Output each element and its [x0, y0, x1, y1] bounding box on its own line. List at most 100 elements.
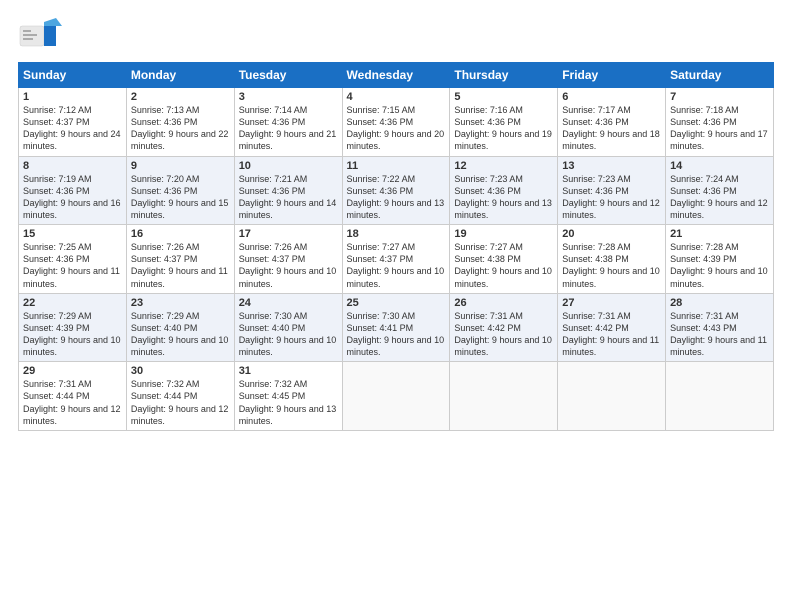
day-number: 29: [23, 365, 122, 377]
sunset: Sunset: 4:39 PM: [23, 323, 90, 333]
day-number: 28: [670, 297, 769, 309]
daylight: Daylight: 9 hours and 10 minutes.: [562, 266, 660, 288]
day-of-week-header: Saturday: [666, 63, 774, 88]
day-number: 22: [23, 297, 122, 309]
calendar-day-cell: 15 Sunrise: 7:25 AM Sunset: 4:36 PM Dayl…: [19, 225, 127, 294]
daylight: Daylight: 9 hours and 12 minutes.: [670, 198, 768, 220]
day-number: 31: [239, 365, 338, 377]
day-number: 5: [454, 91, 553, 103]
day-number: 12: [454, 160, 553, 172]
calendar-day-cell: 29 Sunrise: 7:31 AM Sunset: 4:44 PM Dayl…: [19, 362, 127, 431]
day-number: 8: [23, 160, 122, 172]
day-number: 20: [562, 228, 661, 240]
daylight: Daylight: 9 hours and 13 minutes.: [347, 198, 445, 220]
sunset: Sunset: 4:36 PM: [239, 117, 306, 127]
calendar-day-cell: 6 Sunrise: 7:17 AM Sunset: 4:36 PM Dayli…: [558, 88, 666, 157]
calendar-day-cell: 9 Sunrise: 7:20 AM Sunset: 4:36 PM Dayli…: [126, 156, 234, 225]
sunset: Sunset: 4:36 PM: [239, 186, 306, 196]
sunrise: Sunrise: 7:24 AM: [670, 174, 739, 184]
daylight: Daylight: 9 hours and 13 minutes.: [239, 404, 337, 426]
sunrise: Sunrise: 7:30 AM: [239, 311, 308, 321]
calendar-day-cell: 11 Sunrise: 7:22 AM Sunset: 4:36 PM Dayl…: [342, 156, 450, 225]
day-info: Sunrise: 7:27 AM Sunset: 4:38 PM Dayligh…: [454, 241, 553, 290]
day-number: 24: [239, 297, 338, 309]
daylight: Daylight: 9 hours and 10 minutes.: [239, 335, 337, 357]
calendar-day-cell: 10 Sunrise: 7:21 AM Sunset: 4:36 PM Dayl…: [234, 156, 342, 225]
day-number: 7: [670, 91, 769, 103]
day-number: 10: [239, 160, 338, 172]
calendar-day-cell: 2 Sunrise: 7:13 AM Sunset: 4:36 PM Dayli…: [126, 88, 234, 157]
day-info: Sunrise: 7:13 AM Sunset: 4:36 PM Dayligh…: [131, 104, 230, 153]
logo: [18, 18, 66, 54]
daylight: Daylight: 9 hours and 10 minutes.: [670, 266, 768, 288]
calendar-week-row: 15 Sunrise: 7:25 AM Sunset: 4:36 PM Dayl…: [19, 225, 774, 294]
day-number: 23: [131, 297, 230, 309]
day-number: 9: [131, 160, 230, 172]
sunset: Sunset: 4:36 PM: [131, 117, 198, 127]
sunset: Sunset: 4:40 PM: [239, 323, 306, 333]
day-info: Sunrise: 7:31 AM Sunset: 4:43 PM Dayligh…: [670, 310, 769, 359]
day-of-week-header: Tuesday: [234, 63, 342, 88]
day-number: 11: [347, 160, 446, 172]
sunrise: Sunrise: 7:15 AM: [347, 105, 416, 115]
day-info: Sunrise: 7:25 AM Sunset: 4:36 PM Dayligh…: [23, 241, 122, 290]
day-of-week-header: Friday: [558, 63, 666, 88]
calendar-day-cell: 27 Sunrise: 7:31 AM Sunset: 4:42 PM Dayl…: [558, 293, 666, 362]
sunrise: Sunrise: 7:14 AM: [239, 105, 308, 115]
sunrise: Sunrise: 7:13 AM: [131, 105, 200, 115]
day-info: Sunrise: 7:31 AM Sunset: 4:44 PM Dayligh…: [23, 378, 122, 427]
daylight: Daylight: 9 hours and 11 minutes.: [670, 335, 767, 357]
daylight: Daylight: 9 hours and 12 minutes.: [23, 404, 121, 426]
day-info: Sunrise: 7:22 AM Sunset: 4:36 PM Dayligh…: [347, 173, 446, 222]
sunset: Sunset: 4:36 PM: [670, 186, 737, 196]
sunrise: Sunrise: 7:23 AM: [454, 174, 523, 184]
sunrise: Sunrise: 7:29 AM: [23, 311, 92, 321]
daylight: Daylight: 9 hours and 17 minutes.: [670, 129, 768, 151]
day-number: 16: [131, 228, 230, 240]
day-info: Sunrise: 7:29 AM Sunset: 4:40 PM Dayligh…: [131, 310, 230, 359]
calendar-day-cell: 31 Sunrise: 7:32 AM Sunset: 4:45 PM Dayl…: [234, 362, 342, 431]
calendar-day-cell: 19 Sunrise: 7:27 AM Sunset: 4:38 PM Dayl…: [450, 225, 558, 294]
daylight: Daylight: 9 hours and 22 minutes.: [131, 129, 229, 151]
daylight: Daylight: 9 hours and 13 minutes.: [454, 198, 552, 220]
daylight: Daylight: 9 hours and 14 minutes.: [239, 198, 337, 220]
day-number: 30: [131, 365, 230, 377]
calendar-day-cell: 22 Sunrise: 7:29 AM Sunset: 4:39 PM Dayl…: [19, 293, 127, 362]
calendar-day-cell: 5 Sunrise: 7:16 AM Sunset: 4:36 PM Dayli…: [450, 88, 558, 157]
day-of-week-header: Monday: [126, 63, 234, 88]
calendar-day-cell: 23 Sunrise: 7:29 AM Sunset: 4:40 PM Dayl…: [126, 293, 234, 362]
sunrise: Sunrise: 7:31 AM: [23, 379, 92, 389]
day-number: 4: [347, 91, 446, 103]
sunset: Sunset: 4:36 PM: [131, 186, 198, 196]
calendar-day-cell: [558, 362, 666, 431]
day-number: 19: [454, 228, 553, 240]
sunrise: Sunrise: 7:18 AM: [670, 105, 739, 115]
day-info: Sunrise: 7:17 AM Sunset: 4:36 PM Dayligh…: [562, 104, 661, 153]
sunset: Sunset: 4:36 PM: [454, 117, 521, 127]
day-info: Sunrise: 7:27 AM Sunset: 4:37 PM Dayligh…: [347, 241, 446, 290]
day-number: 18: [347, 228, 446, 240]
calendar-day-cell: [666, 362, 774, 431]
sunrise: Sunrise: 7:26 AM: [131, 242, 200, 252]
calendar-day-cell: [342, 362, 450, 431]
calendar-day-cell: 21 Sunrise: 7:28 AM Sunset: 4:39 PM Dayl…: [666, 225, 774, 294]
calendar-day-cell: 14 Sunrise: 7:24 AM Sunset: 4:36 PM Dayl…: [666, 156, 774, 225]
sunset: Sunset: 4:36 PM: [23, 186, 90, 196]
daylight: Daylight: 9 hours and 11 minutes.: [23, 266, 120, 288]
sunset: Sunset: 4:37 PM: [239, 254, 306, 264]
day-number: 6: [562, 91, 661, 103]
day-info: Sunrise: 7:26 AM Sunset: 4:37 PM Dayligh…: [239, 241, 338, 290]
calendar-week-row: 8 Sunrise: 7:19 AM Sunset: 4:36 PM Dayli…: [19, 156, 774, 225]
daylight: Daylight: 9 hours and 11 minutes.: [562, 335, 659, 357]
day-number: 13: [562, 160, 661, 172]
sunset: Sunset: 4:36 PM: [454, 186, 521, 196]
sunrise: Sunrise: 7:31 AM: [670, 311, 739, 321]
sunrise: Sunrise: 7:31 AM: [454, 311, 523, 321]
day-info: Sunrise: 7:18 AM Sunset: 4:36 PM Dayligh…: [670, 104, 769, 153]
sunset: Sunset: 4:45 PM: [239, 391, 306, 401]
sunrise: Sunrise: 7:32 AM: [239, 379, 308, 389]
sunset: Sunset: 4:36 PM: [670, 117, 737, 127]
day-of-week-header: Sunday: [19, 63, 127, 88]
sunset: Sunset: 4:36 PM: [347, 186, 414, 196]
sunset: Sunset: 4:37 PM: [23, 117, 90, 127]
